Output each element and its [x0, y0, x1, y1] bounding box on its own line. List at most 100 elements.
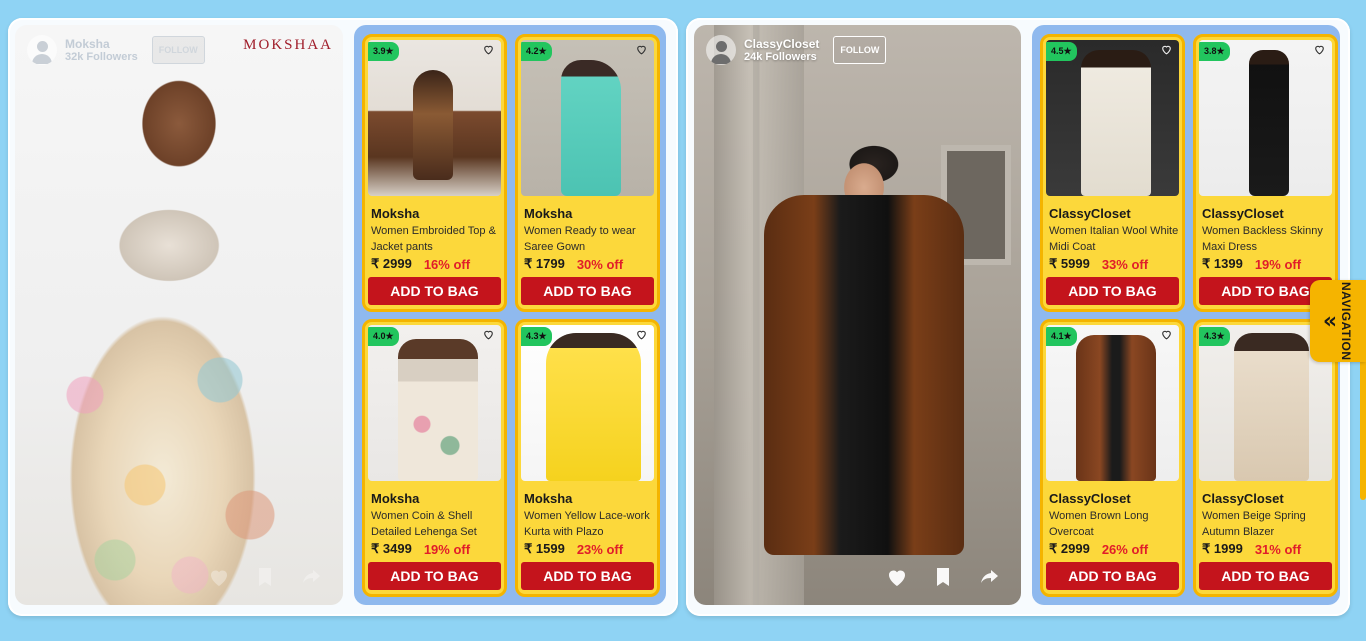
wishlist-heart-icon[interactable] — [635, 43, 648, 56]
product-price: ₹ 1799 — [524, 256, 565, 271]
rating-badge: 4.3★ — [1199, 327, 1230, 346]
rating-badge: 3.9★ — [368, 42, 399, 61]
add-to-bag-button[interactable]: ADD TO BAG — [521, 562, 654, 590]
product-brand: Moksha — [371, 206, 420, 221]
product-card[interactable]: 4.0★ Moksha Women Coin & Shell Detailed … — [362, 319, 507, 597]
share-icon[interactable] — [977, 565, 1001, 589]
product-name: Women Backless Skinny Maxi Dress — [1202, 225, 1323, 253]
add-to-bag-button[interactable]: ADD TO BAG — [1046, 277, 1179, 305]
product-card[interactable]: 3.8★ ClassyCloset Women Backless Skinny … — [1193, 34, 1338, 312]
creator-name[interactable]: Moksha — [65, 37, 138, 51]
product-brand: ClassyCloset — [1202, 491, 1284, 506]
follow-button[interactable]: FOLLOW — [833, 36, 887, 64]
product-card[interactable]: 4.3★ Moksha Women Yellow Lace-work Kurta… — [515, 319, 660, 597]
add-to-bag-button[interactable]: ADD TO BAG — [521, 277, 654, 305]
product-price: ₹ 1999 — [1202, 541, 1243, 556]
product-name: Women Coin & Shell Detailed Lehenga Set — [371, 510, 477, 538]
add-to-bag-button[interactable]: ADD TO BAG — [1199, 562, 1332, 590]
add-to-bag-button[interactable]: ADD TO BAG — [368, 277, 501, 305]
product-discount: 19% off — [423, 541, 471, 557]
product-name: Women Ready to wear Saree Gown — [524, 225, 636, 253]
product-card[interactable]: 4.2★ Moksha Women Ready to wear Saree Go… — [515, 34, 660, 312]
product-discount: 16% off — [423, 256, 471, 272]
bookmark-icon[interactable] — [253, 565, 277, 589]
feed-post-classycloset: ClassyCloset 24k Followers FOLLOW 4.5★ C… — [686, 18, 1350, 616]
rating-badge: 4.5★ — [1046, 42, 1077, 61]
product-image[interactable]: 4.0★ — [368, 325, 501, 481]
feed-post-moksha: Moksha 32k Followers FOLLOW MOKSHAA 3.9★… — [8, 18, 678, 616]
creator-name[interactable]: ClassyCloset — [744, 37, 819, 51]
product-name: Women Embroided Top & Jacket pants — [371, 225, 496, 253]
creator-header: Moksha 32k Followers FOLLOW — [27, 35, 205, 65]
product-brand: ClassyCloset — [1049, 491, 1131, 506]
avatar[interactable] — [706, 35, 736, 65]
avatar[interactable] — [27, 35, 57, 65]
price-row: ₹ 1999 31% off — [1202, 541, 1332, 557]
product-card[interactable]: 3.9★ Moksha Women Embroided Top & Jacket… — [362, 34, 507, 312]
product-name: Women Italian Wool White Midi Coat — [1049, 225, 1179, 253]
bookmark-icon[interactable] — [931, 565, 955, 589]
product-image[interactable]: 4.5★ — [1046, 40, 1179, 196]
add-to-bag-button[interactable]: ADD TO BAG — [1046, 562, 1179, 590]
wishlist-heart-icon[interactable] — [482, 328, 495, 341]
model-coat — [764, 195, 964, 555]
heart-icon[interactable] — [885, 565, 909, 589]
price-row: ₹ 1599 23% off — [524, 541, 654, 557]
rating-badge: 4.0★ — [368, 327, 399, 346]
product-name: Women Brown Long Overcoat — [1049, 510, 1149, 538]
wishlist-heart-icon[interactable] — [482, 43, 495, 56]
creator-followers: 24k Followers — [744, 51, 817, 63]
creator-followers: 32k Followers — [65, 51, 138, 63]
navigation-label: NAVIGATION — [1339, 281, 1354, 361]
product-name: Women Yellow Lace-work Kurta with Plazo — [524, 510, 650, 538]
product-discount: 19% off — [1254, 256, 1302, 272]
heart-icon[interactable] — [207, 565, 231, 589]
rating-badge: 4.2★ — [521, 42, 552, 61]
creator-info: Moksha 32k Followers — [65, 37, 138, 63]
product-discount: 30% off — [576, 256, 624, 272]
product-name: Women Beige Spring Autumn Blazer — [1202, 510, 1306, 538]
product-grid: 4.5★ ClassyCloset Women Italian Wool Whi… — [1032, 25, 1340, 605]
rating-badge: 4.1★ — [1046, 327, 1077, 346]
product-price: ₹ 1599 — [524, 541, 565, 556]
product-image[interactable]: 4.2★ — [521, 40, 654, 196]
hero-image[interactable]: ClassyCloset 24k Followers FOLLOW — [694, 25, 1021, 605]
wishlist-heart-icon[interactable] — [1160, 328, 1173, 341]
product-brand: Moksha — [524, 491, 573, 506]
rating-badge: 3.8★ — [1199, 42, 1230, 61]
product-discount: 33% off — [1101, 256, 1149, 272]
share-icon[interactable] — [299, 565, 323, 589]
page-footer-strip — [0, 627, 1366, 641]
price-row: ₹ 1799 30% off — [524, 256, 654, 272]
product-image[interactable]: 4.3★ — [521, 325, 654, 481]
price-row: ₹ 3499 19% off — [371, 541, 501, 557]
price-row: ₹ 1399 19% off — [1202, 256, 1332, 272]
lehenga-print — [25, 305, 325, 605]
product-image[interactable]: 4.1★ — [1046, 325, 1179, 481]
product-discount: 26% off — [1101, 541, 1149, 557]
product-card[interactable]: 4.1★ ClassyCloset Women Brown Long Overc… — [1040, 319, 1185, 597]
product-discount: 23% off — [576, 541, 624, 557]
follow-button[interactable]: FOLLOW — [151, 36, 205, 64]
product-image[interactable]: 3.8★ — [1199, 40, 1332, 196]
wishlist-heart-icon[interactable] — [635, 328, 648, 341]
product-image[interactable]: 3.9★ — [368, 40, 501, 196]
price-row: ₹ 5999 33% off — [1049, 256, 1179, 272]
double-chevron-left-icon: « — [1322, 308, 1338, 334]
hero-actions — [207, 565, 323, 589]
brand-logo: MOKSHAA — [243, 37, 333, 53]
product-card[interactable]: 4.5★ ClassyCloset Women Italian Wool Whi… — [1040, 34, 1185, 312]
product-discount: 31% off — [1254, 541, 1302, 557]
add-to-bag-button[interactable]: ADD TO BAG — [368, 562, 501, 590]
wishlist-heart-icon[interactable] — [1313, 43, 1326, 56]
product-brand: Moksha — [371, 491, 420, 506]
hero-image[interactable]: Moksha 32k Followers FOLLOW MOKSHAA — [15, 25, 343, 605]
price-row: ₹ 2999 26% off — [1049, 541, 1179, 557]
product-grid: 3.9★ Moksha Women Embroided Top & Jacket… — [354, 25, 666, 605]
product-price: ₹ 3499 — [371, 541, 412, 556]
product-price: ₹ 2999 — [371, 256, 412, 271]
product-brand: ClassyCloset — [1202, 206, 1284, 221]
hero-actions — [885, 565, 1001, 589]
wishlist-heart-icon[interactable] — [1160, 43, 1173, 56]
navigation-toggle-button[interactable]: « NAVIGATION — [1310, 280, 1366, 362]
